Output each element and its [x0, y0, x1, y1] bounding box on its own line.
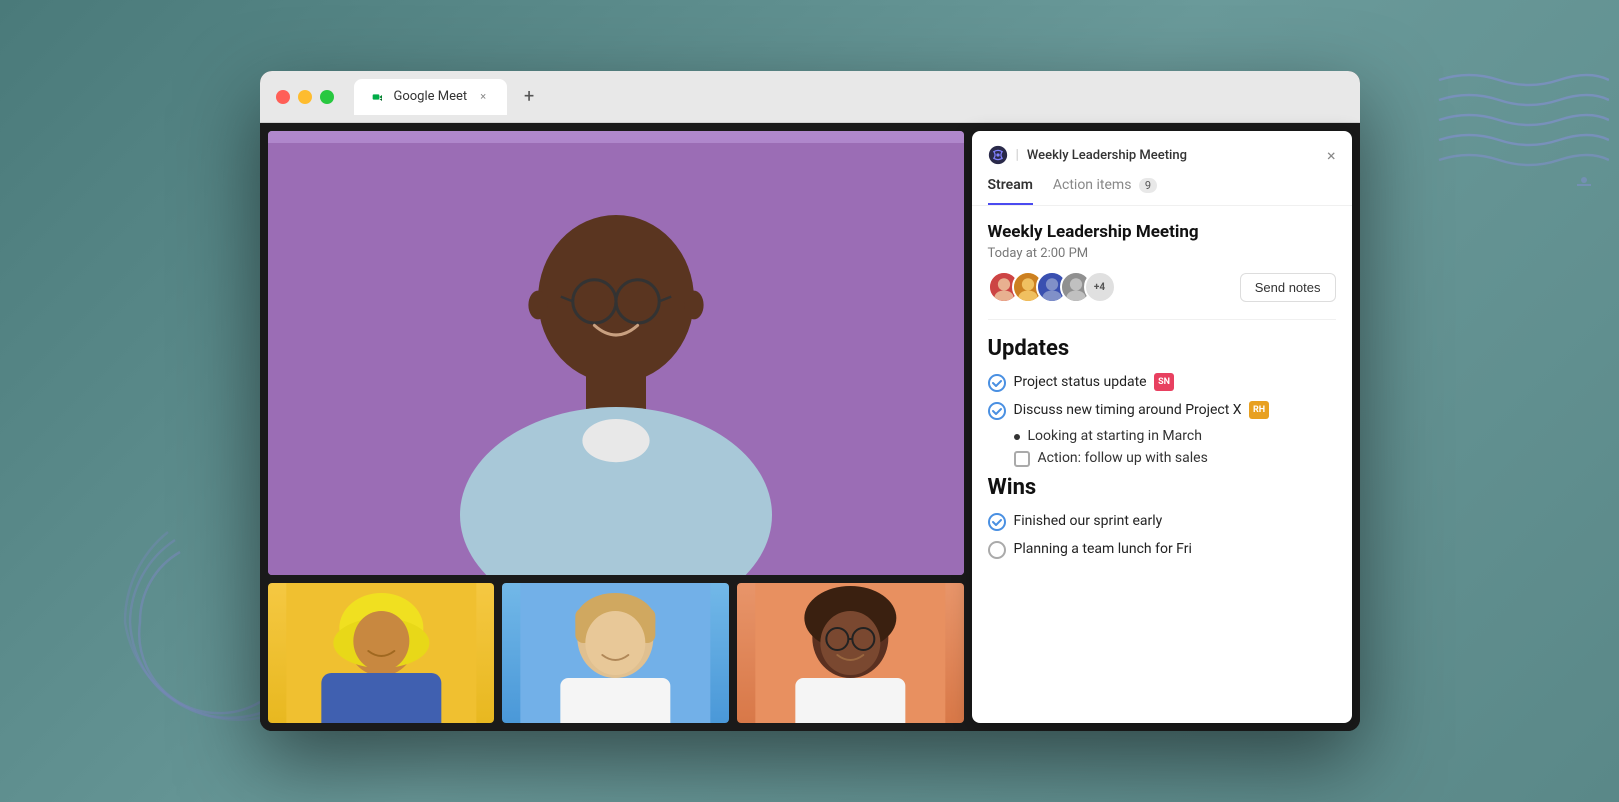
- avatar-more: +4: [1084, 271, 1116, 303]
- notes-body: Weekly Leadership Meeting Today at 2:00 …: [972, 206, 1352, 723]
- tab-label: Google Meet: [394, 89, 468, 104]
- main-person-svg: [268, 131, 964, 575]
- action-items-badge: 9: [1139, 178, 1157, 193]
- traffic-light-green[interactable]: [320, 90, 334, 104]
- google-meet-icon: [370, 89, 386, 105]
- notes-logo-icon: [988, 145, 1008, 165]
- browser-chrome: Google Meet × +: [260, 71, 1360, 123]
- check-filled-icon-3: [988, 513, 1006, 531]
- checkbox-1[interactable]: [1014, 451, 1030, 467]
- tab-close-button[interactable]: ×: [475, 89, 491, 105]
- traffic-light-red[interactable]: [276, 90, 290, 104]
- traffic-lights: [276, 90, 334, 104]
- wins-section: Wins Finished our sprint early: [988, 475, 1336, 559]
- notes-pipe: |: [1016, 147, 1019, 163]
- thumb-person-2-svg: [502, 583, 729, 723]
- note-text-1: Project status update SN: [1014, 373, 1336, 393]
- check-filled-icon-2: [988, 402, 1006, 420]
- author-badge-sn: SN: [1154, 373, 1174, 391]
- deco-waves: [1429, 60, 1609, 220]
- thumb-person-1-svg: [268, 583, 495, 723]
- notes-header-top: | Weekly Leadership Meeting ×: [988, 145, 1336, 165]
- wins-section-title: Wins: [988, 475, 1336, 500]
- bullet-item-1: Looking at starting in March: [988, 428, 1336, 444]
- thumbnail-2: [502, 583, 729, 723]
- meeting-name: Weekly Leadership Meeting: [988, 222, 1336, 242]
- notes-title-row: | Weekly Leadership Meeting: [988, 145, 1187, 165]
- tab-action-items[interactable]: Action items 9: [1053, 177, 1157, 205]
- main-video: [268, 131, 964, 575]
- send-notes-button[interactable]: Send notes: [1240, 273, 1336, 302]
- note-item-1: Project status update SN: [988, 373, 1336, 393]
- check-empty-icon-1: [988, 541, 1006, 559]
- check-filled-icon-1: [988, 374, 1006, 392]
- new-tab-button[interactable]: +: [515, 83, 543, 111]
- notes-close-button[interactable]: ×: [1327, 146, 1336, 165]
- tab-bar: Google Meet × +: [354, 79, 544, 115]
- thumbnail-1: [268, 583, 495, 723]
- notes-header: | Weekly Leadership Meeting × Stream Act…: [972, 131, 1352, 206]
- note-text-2: Discuss new timing around Project X RH: [1014, 401, 1336, 421]
- notes-meeting-header-title: Weekly Leadership Meeting: [1027, 148, 1187, 163]
- traffic-light-yellow[interactable]: [298, 90, 312, 104]
- thumbnail-3: [737, 583, 964, 723]
- tab-google-meet[interactable]: Google Meet ×: [354, 79, 508, 115]
- meeting-time: Today at 2:00 PM: [988, 246, 1336, 261]
- thumb-person-3-svg: [737, 583, 964, 723]
- browser-content: | Weekly Leadership Meeting × Stream Act…: [260, 123, 1360, 731]
- notes-panel: | Weekly Leadership Meeting × Stream Act…: [972, 131, 1352, 723]
- author-badge-rh: RH: [1249, 401, 1269, 419]
- updates-section: Updates Project status update SN: [988, 336, 1336, 467]
- updates-section-title: Updates: [988, 336, 1336, 361]
- bullet-dot-1: [1014, 434, 1020, 440]
- checkbox-item-1[interactable]: Action: follow up with sales: [988, 450, 1336, 467]
- note-item-3: Finished our sprint early: [988, 512, 1336, 532]
- note-item-4: Planning a team lunch for Fri: [988, 540, 1336, 560]
- browser-window: Google Meet × +: [260, 71, 1360, 731]
- note-text-3: Finished our sprint early: [1014, 512, 1336, 532]
- notes-tabs: Stream Action items 9: [988, 177, 1336, 205]
- thumbnail-row: [268, 583, 964, 723]
- meeting-info: Weekly Leadership Meeting Today at 2:00 …: [988, 222, 1336, 320]
- note-item-2: Discuss new timing around Project X RH: [988, 401, 1336, 421]
- video-area: [260, 123, 972, 731]
- tab-stream[interactable]: Stream: [988, 177, 1033, 205]
- note-text-4: Planning a team lunch for Fri: [1014, 540, 1336, 560]
- avatar-group: +4: [988, 271, 1116, 303]
- attendees-row: +4 Send notes: [988, 271, 1336, 303]
- main-video-bg: [268, 131, 964, 575]
